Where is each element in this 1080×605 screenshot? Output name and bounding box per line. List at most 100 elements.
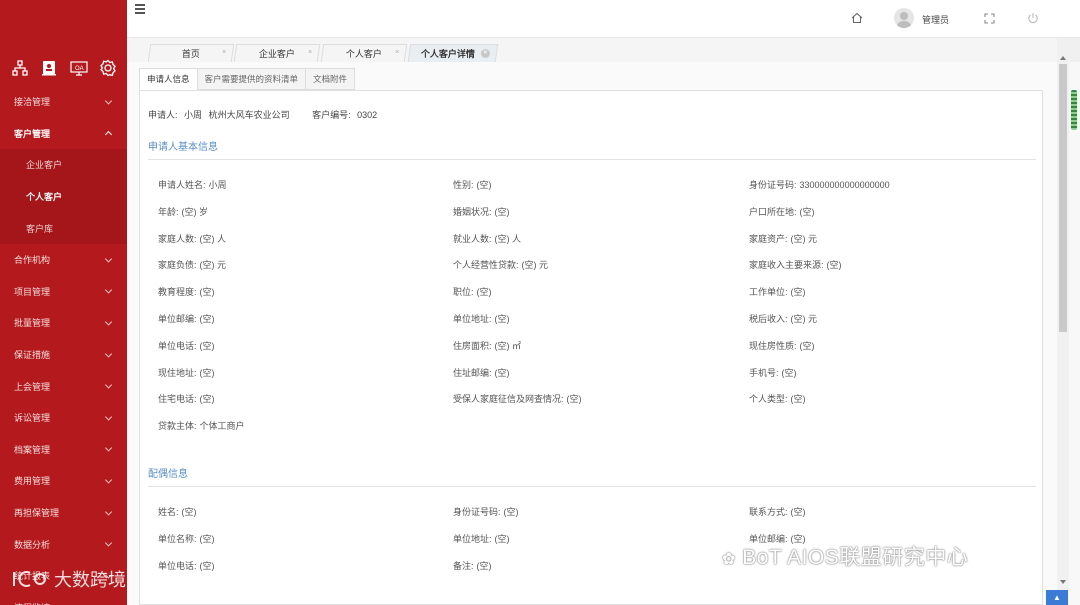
vertical-scrollbar[interactable] [1057,56,1069,605]
field-label: 单位地址: [453,314,492,324]
sidebar-item-label: 上会管理 [14,381,51,392]
home-icon[interactable] [850,11,864,25]
field-label: 单位电话: [158,340,197,351]
detail-subtabs: 申请人信息 客户需要提供的资料清单 文档附件 [139,68,356,90]
sidebar-subitem[interactable]: 企业客户 [0,149,127,181]
watermark-right-text: BoT AIOS联盟研究中心 [742,546,969,569]
org-chart-icon[interactable] [10,58,30,78]
subtab-applicant-info[interactable]: 申请人信息 [139,68,198,90]
subtab-document-checklist[interactable]: 客户需要提供的资料清单 [196,68,307,90]
close-icon[interactable]: × [222,49,226,56]
field-value: (空) [476,287,492,298]
field-label: 备注: [453,560,474,571]
svg-text:OA: OA [75,66,84,72]
field-value: (空) [199,533,215,544]
sidebar-item[interactable]: 项目管理 [0,276,127,308]
chevron-down-icon [104,255,113,263]
close-icon[interactable]: × [308,49,312,56]
user-name[interactable]: 管理员 [922,13,949,26]
field-value: (空) [790,394,806,405]
sidebar-item[interactable]: 再担保管理 [0,497,127,529]
field-label: 现住地址: [158,367,197,378]
field-value: (空) 人 [199,233,227,244]
info-field: 身份证号码: (空) [453,505,519,518]
applicant-name: 小周 [184,110,203,120]
info-field: 姓名: (空) [158,505,197,518]
sidebar-item[interactable]: 流程监控 [0,592,127,605]
fullscreen-icon[interactable] [982,11,996,25]
field-label: 性别: [453,180,474,190]
sidebar-item[interactable]: 接洽管理 [0,86,127,118]
tab-enterprise-customer[interactable]: 企业客户 × [233,44,321,62]
sidebar-item-label: 数据分析 [14,539,51,550]
chevron-down-icon [104,286,113,294]
oa-icon[interactable]: OA [69,58,89,78]
wechat-icon: ✿ [722,551,736,568]
info-field: 单位邮编: (空) [158,312,215,325]
sidebar-item[interactable]: 费用管理 [0,465,127,497]
power-icon[interactable] [1026,11,1040,25]
tab-home[interactable]: 首页 × [147,44,235,62]
info-field: 个人类型: (空) [749,392,806,405]
info-field: 住房面积: (空) ㎡ [453,339,521,352]
field-value: (空) 元 [521,260,549,271]
field-label: 家庭负债: [158,260,197,271]
tab-personal-customer[interactable]: 个人客户 × [320,44,408,62]
sidebar-item[interactable]: 档案管理 [0,434,127,466]
field-label: 贷款主体: [158,421,197,432]
sidebar-item[interactable]: 批量管理 [0,307,127,339]
customer-book-icon[interactable] [39,58,59,78]
sidebar-item[interactable]: 客户管理 [0,118,127,150]
field-label: 职位: [453,287,474,298]
sidebar-item-label: 合作机构 [14,255,51,266]
field-label: 住房面积: [453,340,492,351]
chevron-down-icon [104,539,113,547]
scroll-down-icon[interactable] [1060,580,1066,584]
info-field: 贷款主体: 个体工商户 [158,419,245,432]
field-value: (空) [494,533,510,544]
field-value: (空) [799,206,815,217]
field-label: 申请人姓名: [158,180,206,190]
field-value: (空) [199,314,215,324]
field-label: 单位邮编: [158,314,197,324]
field-label: 家庭收入主要来源: [749,260,824,271]
sidebar-subitem[interactable]: 客户库 [0,212,127,244]
info-field: 家庭资产: (空) 元 [749,232,817,245]
sidebar-item-label: 档案管理 [14,444,51,455]
field-label: 家庭人数: [158,233,197,244]
sidebar-item[interactable]: 上会管理 [0,370,127,402]
back-to-top-button[interactable]: ▲ [1046,590,1068,605]
field-value: (空) [199,287,215,298]
subtab-attachments[interactable]: 文档附件 [305,68,356,90]
scrollbar-thumb[interactable] [1059,64,1067,332]
applicant-label: 申请人: [148,110,178,120]
close-icon[interactable]: × [395,49,399,56]
info-field: 联系方式: (空) [749,505,806,518]
sidebar-item[interactable]: 合作机构 [0,244,127,276]
avatar[interactable] [894,8,914,28]
sidebar-item[interactable]: 保证措施 [0,339,127,371]
field-value: (空) [503,507,519,517]
sidebar-item[interactable]: 诉讼管理 [0,402,127,434]
sidebar-item-label: 保证措施 [14,350,51,361]
sidebar-subitem[interactable]: 个人客户 [0,180,127,213]
info-field: 单位地址: (空) [453,312,510,325]
scroll-up-icon[interactable] [1060,56,1066,60]
close-icon[interactable]: × [480,49,490,58]
field-value: (空) [790,507,806,517]
field-value: (空) 元 [790,314,818,324]
sidebar-item[interactable]: 数据分析 [0,528,127,560]
section-title-basic: 申请人基本信息 [148,142,218,153]
tab-personal-customer-detail[interactable]: 个人客户详情 × [407,44,499,62]
sidebar-item-label: 批量管理 [14,318,51,329]
menu-toggle-icon[interactable] [135,4,149,14]
info-field: 单位名称: (空) [158,532,215,545]
info-field: 家庭负债: (空) 元 [158,258,226,271]
field-value: (空) 元 [790,233,818,244]
watermark-right: ✿ BoT AIOS联盟研究中心 [722,541,968,571]
applicant-company: 杭州大风车农业公司 [208,110,290,120]
settings-gear-icon[interactable] [98,58,118,78]
info-field: 住宅电话: (空) [158,392,215,405]
info-field: 性别: (空) [453,178,492,191]
field-label: 受保人家庭征信及网查情况: [453,394,564,405]
